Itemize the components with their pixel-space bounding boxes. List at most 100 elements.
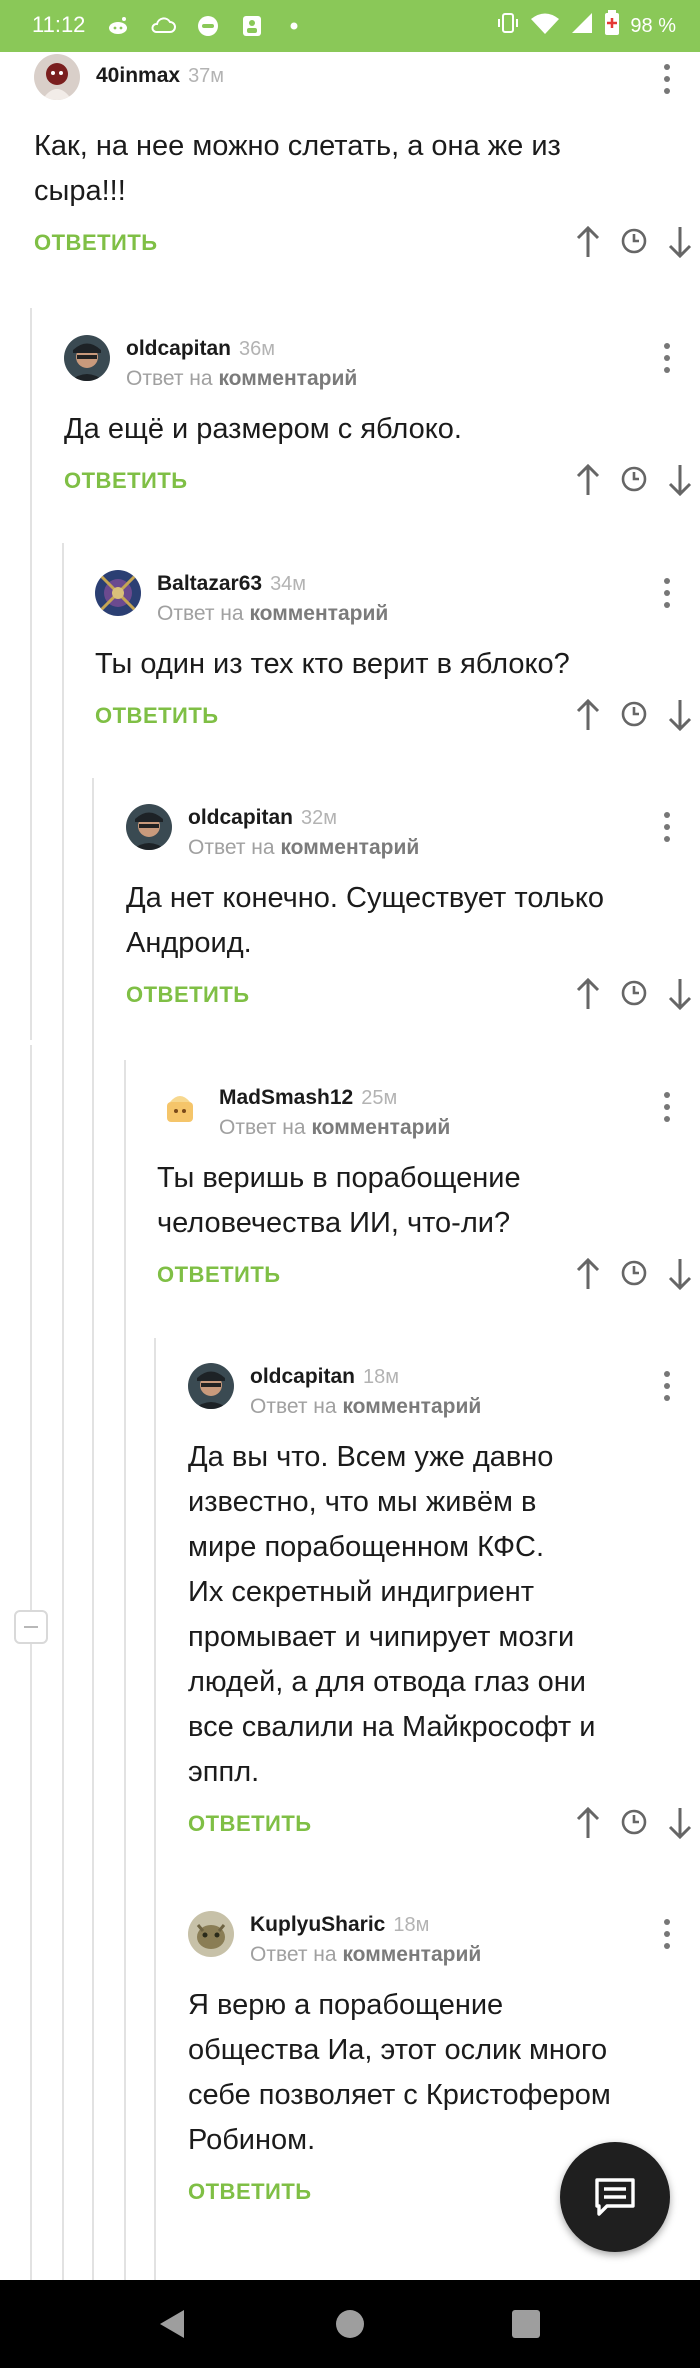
clock-icon[interactable]	[618, 1256, 650, 1292]
clock-icon[interactable]	[618, 462, 650, 498]
reply-to-link[interactable]: комментарий	[311, 1116, 450, 1139]
clock-icon[interactable]	[618, 976, 650, 1012]
recents-icon[interactable]	[496, 2280, 556, 2368]
comment-actions: ОТВЕТИТЬ	[64, 462, 700, 502]
status-time: 11:12	[32, 12, 86, 37]
comment-username[interactable]: Baltazar63	[157, 572, 262, 595]
reply-to-link[interactable]: комментарий	[280, 836, 419, 859]
comment-header: oldcapitan 18м Ответ на комментарий	[188, 1363, 700, 1418]
comment-text: Да нет конечно. Существует только Андрои…	[126, 882, 604, 959]
home-icon[interactable]	[320, 2280, 380, 2368]
avatar[interactable]	[95, 570, 141, 616]
reply-button[interactable]: ОТВЕТИТЬ	[188, 1811, 312, 1837]
back-icon[interactable]	[144, 2280, 204, 2368]
avatar[interactable]	[157, 1084, 203, 1130]
avatar[interactable]	[188, 1363, 234, 1409]
comment-username[interactable]: MadSmash12	[219, 1086, 353, 1109]
arrow-down-icon[interactable]	[664, 462, 696, 498]
comment-time: 34м	[270, 573, 307, 595]
arrow-down-icon[interactable]	[664, 1805, 696, 1841]
thread-line-1	[30, 1045, 32, 2280]
wifi-icon	[530, 11, 560, 41]
more-options-icon[interactable]	[664, 1919, 670, 1949]
more-options-icon[interactable]	[664, 343, 670, 373]
thread-line-6	[154, 1338, 156, 2280]
vibrate-icon	[496, 11, 520, 41]
comment-text: Ты один из тех кто верит в яблоко?	[95, 648, 570, 680]
comment-time: 18м	[393, 1914, 430, 1936]
comment-actions: ОТВЕТИТЬ	[34, 224, 700, 264]
comment-header: oldcapitan 36м Ответ на комментарий	[64, 335, 700, 390]
arrow-down-icon[interactable]	[664, 224, 696, 260]
comment-username[interactable]: 40inmax	[96, 64, 180, 87]
avatar[interactable]	[34, 54, 80, 100]
reply-to-link[interactable]: комментарий	[218, 367, 357, 390]
comment-header: MadSmash12 25м Ответ на комментарий	[157, 1084, 700, 1139]
comment-time: 25м	[361, 1087, 398, 1109]
avatar[interactable]	[126, 804, 172, 850]
dot-icon	[282, 14, 306, 38]
comment-username[interactable]: KuplyuSharic	[250, 1913, 385, 1936]
more-options-icon[interactable]	[664, 578, 670, 608]
clock-icon[interactable]	[618, 697, 650, 733]
arrow-up-icon[interactable]	[572, 462, 604, 498]
reply-to-link[interactable]: комментарий	[342, 1395, 481, 1418]
comment-time: 37м	[188, 65, 225, 87]
comment: oldcapitan 32м Ответ на комментарий Да не…	[126, 804, 700, 1016]
comment-username[interactable]: oldcapitan	[126, 337, 231, 360]
clock-icon[interactable]	[618, 224, 650, 260]
clock-icon[interactable]	[618, 1805, 650, 1841]
comment-username[interactable]: oldcapitan	[188, 806, 293, 829]
add-comment-button[interactable]	[560, 2142, 670, 2252]
thread-line-5	[124, 1060, 126, 2280]
status-bar: 11:12 98 %	[0, 0, 700, 52]
comment-actions: ОТВЕТИТЬ	[126, 976, 700, 1016]
reply-to-text: Ответ на комментарий	[250, 1395, 482, 1418]
status-system-icons: 98 %	[496, 10, 676, 42]
reply-to-link[interactable]: комментарий	[342, 1943, 481, 1966]
more-options-icon[interactable]	[664, 812, 670, 842]
arrow-up-icon[interactable]	[572, 1256, 604, 1292]
more-options-icon[interactable]	[664, 1371, 670, 1401]
comment-header: Baltazar63 34м Ответ на комментарий	[95, 570, 700, 625]
signal-icon	[570, 11, 594, 41]
more-options-icon[interactable]	[664, 64, 670, 94]
thread-line-3	[62, 543, 64, 2280]
comment-time: 32м	[301, 807, 338, 829]
reply-button[interactable]: ОТВЕТИТЬ	[188, 2179, 312, 2205]
comment-icon	[595, 2178, 635, 2216]
comment-header: KuplyuSharic 18м Ответ на комментарий	[188, 1911, 700, 1966]
comment-text: Я верю а порабощение общества Иа, этот о…	[188, 1989, 611, 2156]
comment-text: Ты веришь в порабощение человечества ИИ,…	[157, 1162, 521, 1239]
comment-actions: ОТВЕТИТЬ	[188, 1805, 700, 1845]
comment-username[interactable]: oldcapitan	[250, 1365, 355, 1388]
reply-button[interactable]: ОТВЕТИТЬ	[34, 230, 158, 256]
more-options-icon[interactable]	[664, 1092, 670, 1122]
reply-button[interactable]: ОТВЕТИТЬ	[64, 468, 188, 494]
reply-to-text: Ответ на комментарий	[219, 1116, 451, 1139]
chat-bubble-icon	[196, 14, 220, 38]
arrow-up-icon[interactable]	[572, 224, 604, 260]
reply-to-text: Ответ на комментарий	[157, 602, 389, 625]
comment-time: 36м	[239, 338, 276, 360]
comment-text: Как, на нее можно слетать, а она же из с…	[34, 130, 561, 207]
comment-header: 40inmax 37м	[34, 54, 700, 102]
arrow-down-icon[interactable]	[664, 976, 696, 1012]
arrow-down-icon[interactable]	[664, 1256, 696, 1292]
arrow-up-icon[interactable]	[572, 697, 604, 733]
arrow-up-icon[interactable]	[572, 1805, 604, 1841]
reddit-alien-icon	[106, 14, 130, 38]
reply-button[interactable]: ОТВЕТИТЬ	[126, 982, 250, 1008]
collapse-thread-button[interactable]	[14, 1610, 48, 1644]
reply-button[interactable]: ОТВЕТИТЬ	[95, 703, 219, 729]
battery-percent: 98 %	[630, 14, 676, 37]
arrow-down-icon[interactable]	[664, 697, 696, 733]
reply-to-text: Ответ на комментарий	[126, 367, 358, 390]
avatar[interactable]	[188, 1911, 234, 1957]
person-icon	[240, 14, 264, 38]
battery-icon	[604, 10, 620, 42]
reply-to-link[interactable]: комментарий	[249, 602, 388, 625]
avatar[interactable]	[64, 335, 110, 381]
reply-button[interactable]: ОТВЕТИТЬ	[157, 1262, 281, 1288]
arrow-up-icon[interactable]	[572, 976, 604, 1012]
